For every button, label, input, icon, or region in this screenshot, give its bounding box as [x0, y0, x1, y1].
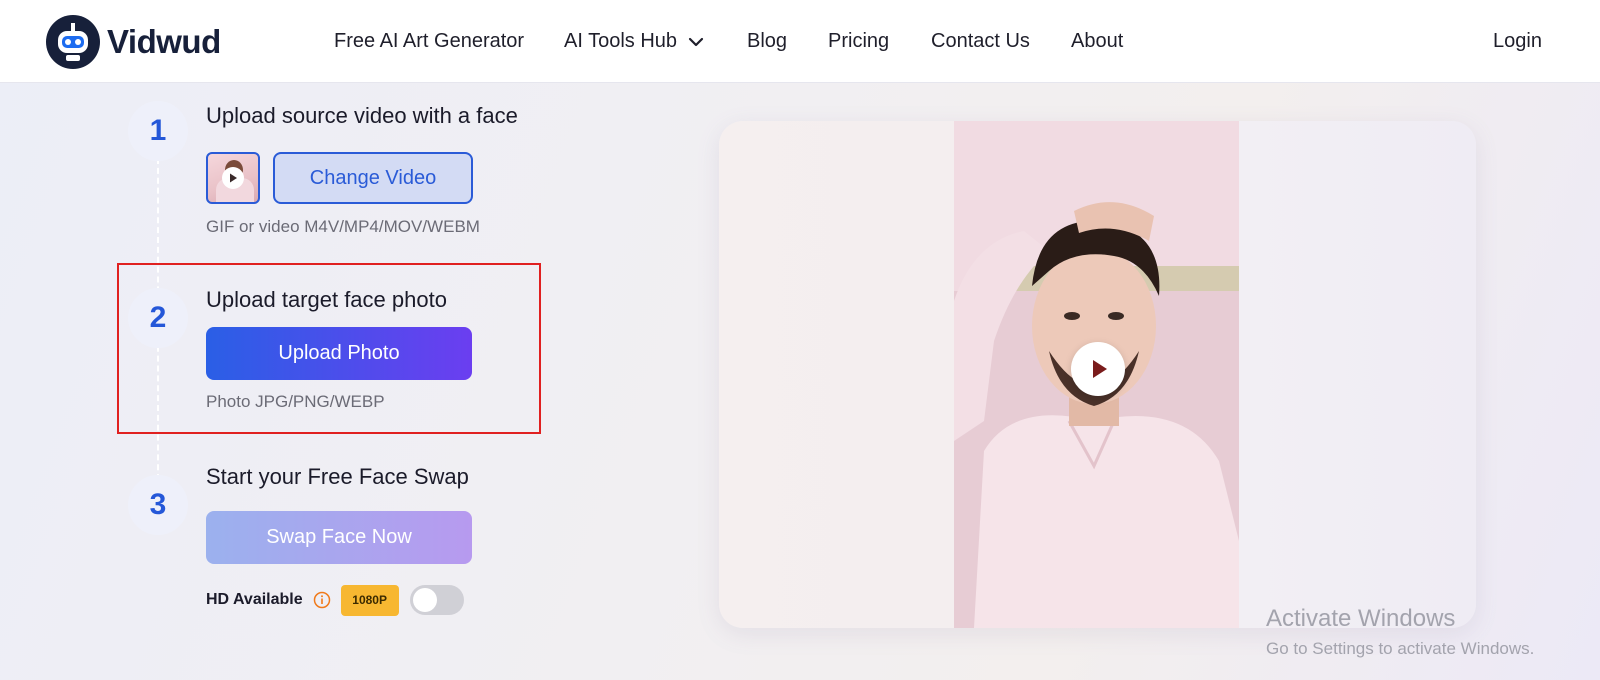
step-2-format-hint: Photo JPG/PNG/WEBP — [206, 392, 385, 411]
hd-toggle[interactable] — [409, 585, 464, 615]
step-1-format-hint: GIF or video M4V/MP4/MOV/WEBM — [206, 217, 480, 236]
brand-logo[interactable]: Vidwud — [45, 14, 221, 70]
nav-blog[interactable]: Blog — [747, 30, 787, 53]
top-nav-bar: Vidwud Free AI Art Generator AI Tools Hu… — [0, 0, 1600, 83]
robot-logo-icon — [46, 15, 100, 69]
step-3-title: Start your Free Face Swap — [206, 464, 469, 489]
nav-pricing[interactable]: Pricing — [828, 30, 889, 53]
info-icon[interactable] — [313, 591, 331, 609]
step-3-number: 3 — [128, 475, 188, 535]
nav-free-ai-art-generator[interactable]: Free AI Art Generator — [334, 30, 524, 53]
brand-name: Vidwud — [107, 23, 221, 60]
step-2-title: Upload target face photo — [206, 287, 447, 312]
activate-windows-title: Activate Windows — [1266, 605, 1456, 632]
login-link[interactable]: Login — [1493, 30, 1542, 53]
nav-about[interactable]: About — [1071, 30, 1123, 53]
step-1-number: 1 — [128, 101, 188, 161]
step-1-title: Upload source video with a face — [206, 103, 518, 128]
play-icon — [222, 167, 244, 189]
preview-play-button[interactable] — [1071, 342, 1125, 396]
source-video-thumbnail[interactable] — [206, 152, 260, 204]
chevron-down-icon — [688, 37, 704, 46]
activate-windows-subtitle: Go to Settings to activate Windows. — [1266, 639, 1535, 658]
hd-option-row: HD Available 1080P — [206, 584, 464, 616]
change-video-button[interactable]: Change Video — [273, 152, 473, 204]
play-icon — [1093, 360, 1107, 378]
hd-toggle-knob — [412, 588, 437, 612]
swap-face-now-button[interactable]: Swap Face Now — [206, 511, 472, 564]
nav-ai-tools-hub[interactable]: AI Tools Hub — [564, 30, 705, 53]
step-2-number: 2 — [128, 288, 188, 348]
nav-contact-us[interactable]: Contact Us — [931, 30, 1030, 53]
resolution-badge: 1080P — [340, 584, 399, 616]
hd-available-label: HD Available — [206, 591, 303, 608]
upload-photo-button[interactable]: Upload Photo — [206, 327, 472, 380]
nav-ai-tools-hub-label: AI Tools Hub — [564, 30, 678, 52]
